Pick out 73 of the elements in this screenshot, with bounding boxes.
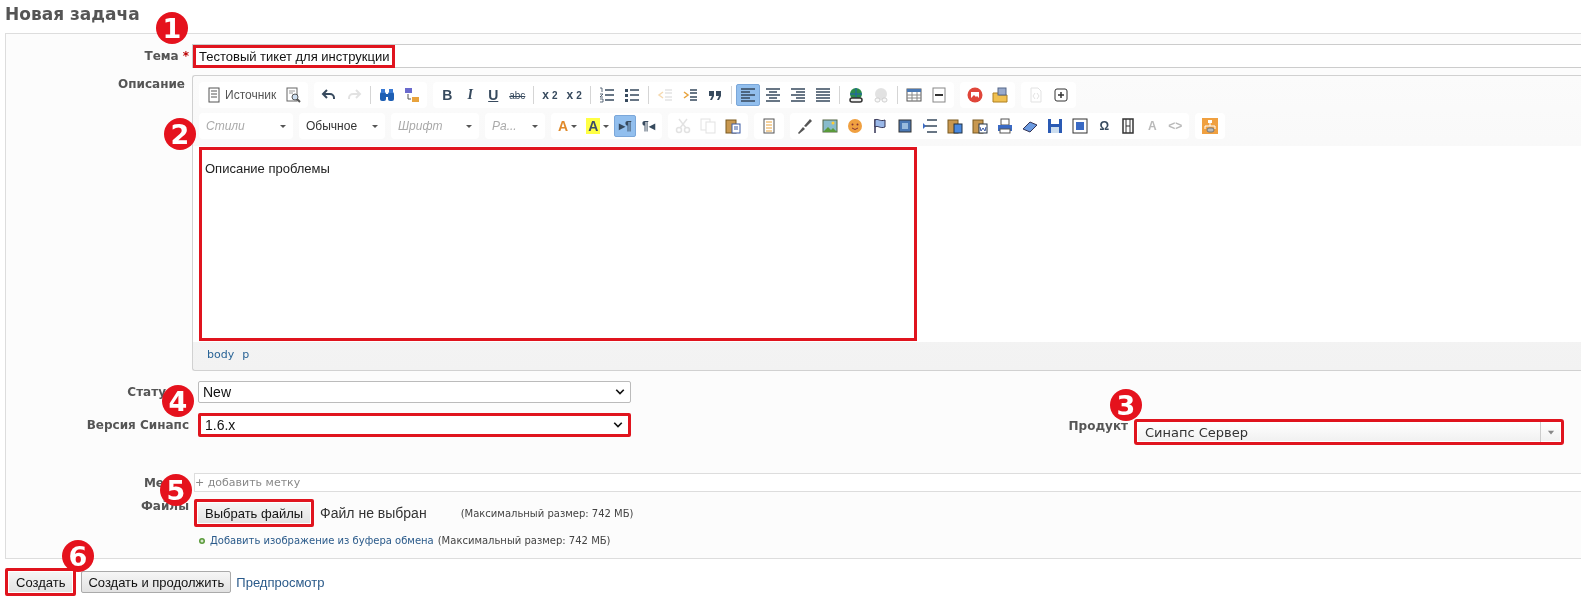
underline-label[interactable]: U: [482, 84, 505, 106]
print-icon[interactable]: [997, 118, 1014, 134]
smiley-icon[interactable]: [847, 118, 864, 134]
table-icon[interactable]: [905, 87, 922, 103]
align-justify-icon[interactable]: [814, 87, 831, 103]
status-select[interactable]: New: [198, 381, 631, 403]
frame-icon[interactable]: [897, 118, 914, 134]
page-break-icon[interactable]: [922, 118, 939, 134]
image-folder-icon[interactable]: [991, 87, 1008, 103]
flag-icon[interactable]: [872, 118, 889, 134]
paste-word-icon[interactable]: [947, 118, 964, 134]
element-path-link[interactable]: p: [242, 348, 250, 364]
placeholder-text: + добавить метку: [195, 476, 301, 489]
link-icon[interactable]: [847, 87, 864, 103]
file-status: Файл не выбран: [320, 505, 427, 521]
field-label: Версия Синапс: [86, 418, 189, 432]
preview-icon[interactable]: [285, 87, 302, 103]
choose-files-button[interactable]: Выбрать файлы: [194, 499, 315, 527]
submit-button[interactable]: Создать и продолжить: [81, 571, 232, 593]
caret-icon: [532, 124, 538, 128]
submit-button[interactable]: Создать: [5, 568, 77, 596]
field-label: Тема: [144, 49, 179, 63]
format-dropdown[interactable]: Обычное: [300, 115, 384, 137]
bold-label[interactable]: B: [436, 84, 459, 106]
field-label: Продукт: [1068, 419, 1128, 433]
eraser-icon[interactable]: [1022, 118, 1039, 134]
callout-badge: 1: [156, 12, 188, 44]
caret-icon: [571, 124, 578, 128]
product-select[interactable]: Синапс Сервер: [1134, 419, 1564, 445]
strikethrough-label[interactable]: abc: [505, 84, 530, 106]
document-icon: [206, 87, 222, 103]
field-label: Стату: [127, 385, 166, 399]
source-label[interactable]: Источник: [225, 88, 277, 102]
image-icon[interactable]: [966, 87, 983, 103]
tool-label[interactable]: Ω: [1093, 115, 1116, 137]
italic-label[interactable]: I: [459, 84, 482, 106]
paste-image-link[interactable]: Добавить изображение из буфера обмена: [210, 535, 434, 546]
paste-document-icon[interactable]: [972, 118, 989, 134]
tags-field[interactable]: + добавить метку: [194, 473, 1581, 492]
caret-icon: [372, 124, 378, 128]
align-center-icon[interactable]: [764, 87, 781, 103]
caret-icon: [466, 124, 472, 128]
size-note: (Максимальный размер: 742 МБ): [437, 535, 611, 546]
required-mark: *: [182, 49, 189, 63]
tool-label[interactable]: ▸¶: [614, 115, 637, 137]
plus-circle-icon: [198, 536, 206, 545]
background-color-label[interactable]: A: [582, 115, 614, 137]
editor-area[interactable]: Описание проблемы: [193, 146, 1581, 342]
page-title: Новая задача: [5, 4, 140, 26]
subject-field[interactable]: Тестовый тикет для инструкции: [192, 44, 1581, 68]
sitemap-icon[interactable]: [1202, 118, 1219, 134]
align-right-icon[interactable]: [789, 87, 806, 103]
preview-link[interactable]: Предпросмотр: [236, 574, 325, 590]
binoculars-icon[interactable]: [379, 87, 396, 103]
replace-icon[interactable]: [404, 87, 421, 103]
tool-label[interactable]: ¶◂: [637, 115, 660, 137]
indent-icon[interactable]: [681, 87, 698, 103]
numbered-list-icon[interactable]: [598, 87, 615, 103]
select-all-icon[interactable]: [1072, 118, 1089, 134]
size-note: (Максимальный размер: 742 МБ): [460, 507, 634, 519]
bullet-list-icon[interactable]: [623, 87, 640, 103]
film-icon[interactable]: [1120, 118, 1137, 134]
description-text: Описание проблемы: [205, 161, 330, 176]
field-label: Описание: [118, 77, 185, 91]
caret-icon: [603, 124, 610, 128]
version-select[interactable]: 1.6.x: [198, 413, 631, 437]
field-value: Тестовый тикет для инструкции: [193, 44, 396, 68]
plus-box-icon[interactable]: [1052, 87, 1069, 103]
paste-icon[interactable]: [725, 118, 742, 134]
caret-icon: [280, 124, 286, 128]
align-left-icon[interactable]: [739, 87, 756, 103]
element-path-link[interactable]: body: [207, 348, 235, 364]
picture-icon[interactable]: [822, 118, 839, 134]
